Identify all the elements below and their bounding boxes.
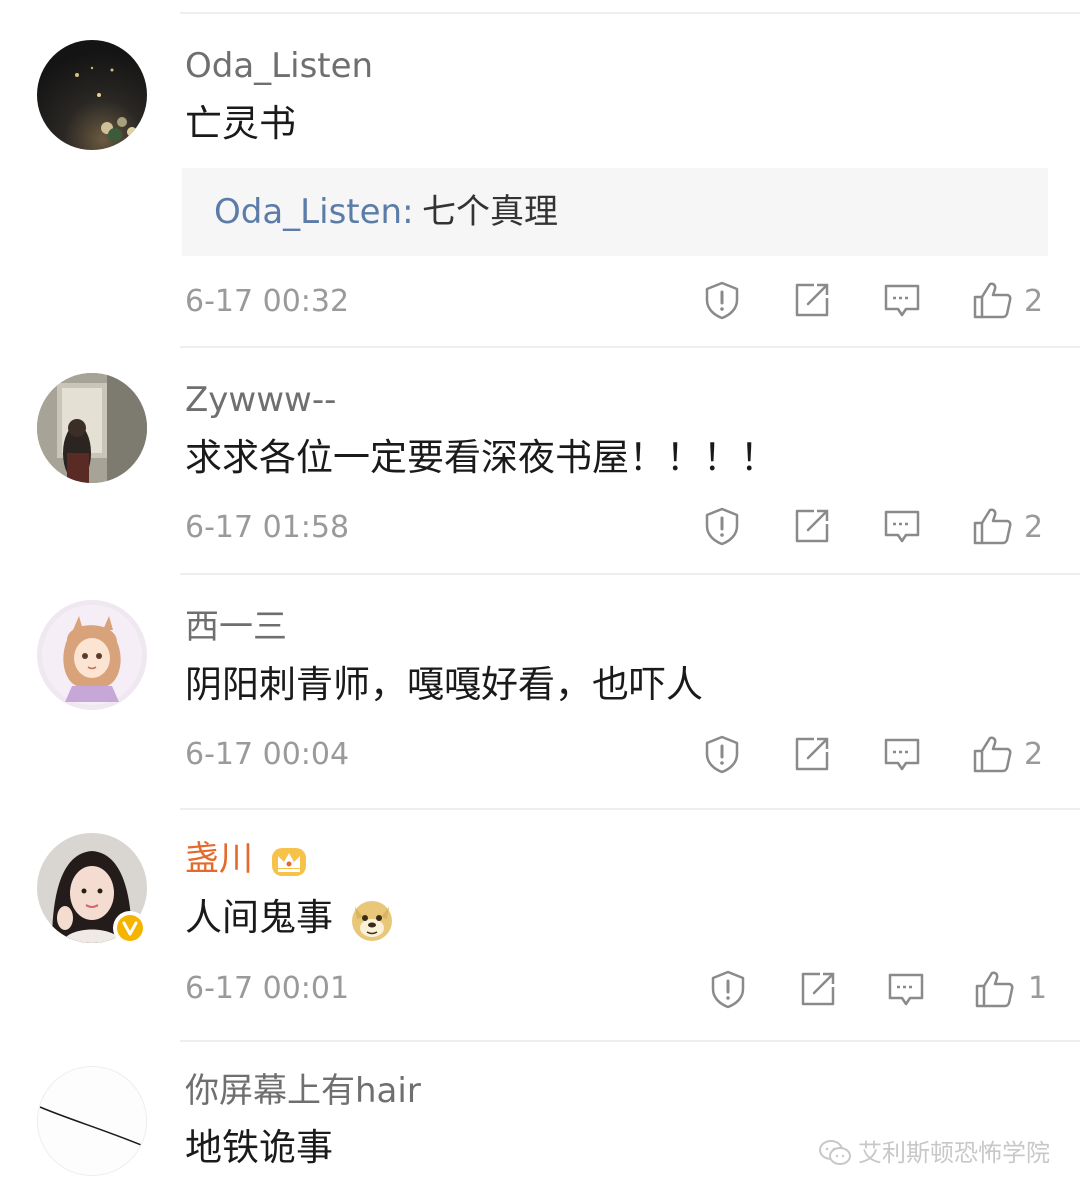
reply-text: 七个真理	[422, 192, 558, 232]
comment-icon	[884, 738, 920, 771]
report-button[interactable]	[700, 504, 744, 548]
divider	[180, 346, 1080, 348]
comment-icon	[884, 284, 920, 317]
like-button[interactable]	[972, 967, 1016, 1011]
username[interactable]: 你屏幕上有hair	[185, 1071, 421, 1111]
reply-preview[interactable]: Oda_Listen: 七个真理	[182, 168, 1048, 256]
timestamp: 6-17 00:32	[185, 284, 350, 319]
share-icon	[795, 283, 829, 317]
avatar[interactable]	[37, 40, 147, 150]
comment-text: 地铁诡事	[185, 1126, 333, 1169]
reply-button[interactable]	[884, 967, 928, 1011]
reply-button[interactable]	[880, 504, 924, 548]
shield-alert-icon	[705, 507, 739, 546]
verified-badge	[113, 911, 147, 945]
username-text[interactable]: 盏川	[185, 839, 253, 879]
watermark-text: 艾利斯顿恐怖学院	[858, 1139, 1050, 1167]
reply-button[interactable]	[880, 732, 924, 776]
avatar[interactable]	[37, 373, 147, 483]
comment-feed: Oda_Listen 亡灵书 Oda_Listen: 七个真理 6-17 00:…	[0, 0, 1080, 1200]
report-button[interactable]	[706, 967, 750, 1011]
divider	[180, 1040, 1080, 1042]
like-count: 2	[1024, 284, 1044, 319]
like-button[interactable]	[970, 278, 1014, 322]
shield-alert-icon	[705, 735, 739, 774]
thumbs-up-icon	[973, 282, 1012, 319]
share-icon	[795, 737, 829, 771]
comment-text: 亡灵书	[185, 102, 296, 145]
wechat-icon	[819, 1140, 851, 1165]
crown-icon	[271, 847, 306, 876]
like-count: 1	[1028, 971, 1048, 1006]
username[interactable]: 盏川	[185, 839, 308, 879]
username[interactable]: Oda_Listen	[185, 46, 373, 86]
comment-icon	[888, 973, 924, 1006]
divider	[180, 808, 1080, 810]
share-button[interactable]	[790, 732, 834, 776]
avatar[interactable]	[37, 1066, 147, 1176]
thumbs-up-icon	[973, 736, 1012, 773]
report-button[interactable]	[700, 278, 744, 322]
share-button[interactable]	[790, 504, 834, 548]
comment-icon	[884, 510, 920, 543]
share-button[interactable]	[796, 967, 840, 1011]
share-button[interactable]	[790, 278, 834, 322]
doge-emoji-icon	[351, 900, 392, 941]
comment-text-value: 人间鬼事	[185, 896, 333, 939]
timestamp: 6-17 01:58	[185, 510, 350, 545]
share-icon	[795, 509, 829, 543]
like-count: 2	[1024, 737, 1044, 772]
username[interactable]: Zywww--	[185, 380, 336, 420]
timestamp: 6-17 00:01	[185, 971, 350, 1006]
watermark: 艾利斯顿恐怖学院	[818, 1138, 1050, 1168]
like-count: 2	[1024, 510, 1044, 545]
reply-author[interactable]: Oda_Listen:	[214, 190, 414, 234]
thumbs-up-icon	[973, 508, 1012, 545]
like-button[interactable]	[970, 732, 1014, 776]
report-button[interactable]	[700, 732, 744, 776]
comment-text: 人间鬼事	[185, 896, 395, 943]
comment-text: 求求各位一定要看深夜书屋！！！！	[185, 436, 777, 479]
comment-text: 阴阳刺青师，嘎嘎好看，也吓人	[185, 663, 703, 706]
like-button[interactable]	[970, 504, 1014, 548]
reply-button[interactable]	[880, 278, 924, 322]
thumbs-up-icon	[975, 971, 1014, 1008]
verified-v-icon	[117, 915, 143, 941]
shield-alert-icon	[705, 281, 739, 320]
share-icon	[801, 972, 835, 1006]
shield-alert-icon	[711, 970, 745, 1009]
divider	[180, 12, 1080, 14]
divider	[180, 573, 1080, 575]
avatar[interactable]	[37, 600, 147, 710]
username[interactable]: 西一三	[185, 607, 287, 647]
timestamp: 6-17 00:04	[185, 737, 350, 772]
